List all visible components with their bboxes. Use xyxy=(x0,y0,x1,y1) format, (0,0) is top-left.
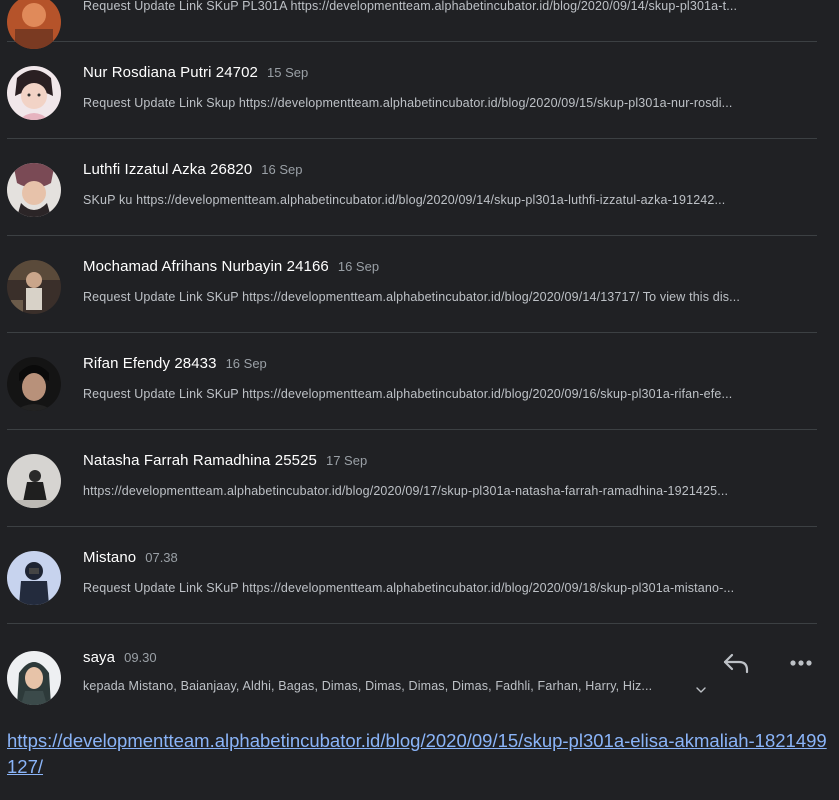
message-date: 17 Sep xyxy=(325,453,368,468)
message-row[interactable]: Rifan Efendy 28433 16 Sep Request Update … xyxy=(7,333,817,430)
message-date: 16 Sep xyxy=(261,162,303,177)
message-row[interactable]: Request Update Link SKuP PL301A https://… xyxy=(7,0,817,49)
sender-name: Rifan Efendy 28433 xyxy=(83,355,217,372)
message-row[interactable]: Natasha Farrah Ramadhina 25525 17 Sep htt… xyxy=(7,430,817,527)
avatar xyxy=(7,163,61,217)
reply-icon xyxy=(721,650,751,681)
message-date: 16 Sep xyxy=(225,356,267,371)
avatar xyxy=(7,651,61,705)
message-date: 16 Sep xyxy=(337,259,380,274)
sender-name: saya xyxy=(83,649,116,666)
chevron-down-icon[interactable] xyxy=(694,683,708,697)
reply-button[interactable] xyxy=(721,652,751,678)
message-row[interactable]: Nur Rosdiana Putri 24702 15 Sep Request U… xyxy=(7,42,817,139)
message-body-link[interactable]: https://developmentteam.alphabetincubato… xyxy=(7,728,827,780)
recipients-list: kepada Mistano, Baianjaay, Aldhi, Bagas,… xyxy=(83,679,653,693)
message-row[interactable]: Luthfi Izzatul Azka 26820 16 Sep SKuP ku … xyxy=(7,139,817,236)
open-message-header[interactable]: saya 09.30 kepada Mistano, Baianjaay, Ald… xyxy=(7,627,817,727)
avatar xyxy=(7,551,61,605)
message-snippet: Request Update Link Skup https://develop… xyxy=(83,96,733,110)
sender-name: Nur Rosdiana Putri 24702 xyxy=(83,64,259,81)
message-snippet: Request Update Link SKuP https://develop… xyxy=(83,290,741,304)
sender-name: Natasha Farrah Ramadhina 25525 xyxy=(83,452,317,469)
message-snippet: Request Update Link SKuP https://develop… xyxy=(83,387,733,401)
sender-name: Mochamad Afrihans Nurbayin 24166 xyxy=(83,258,329,275)
message-date: 07.38 xyxy=(145,550,178,565)
avatar xyxy=(7,66,61,120)
message-date: 15 Sep xyxy=(267,65,309,80)
message-snippet: Request Update Link SKuP PL301A https://… xyxy=(83,0,738,13)
message-snippet: Request Update Link SKuP https://develop… xyxy=(83,581,735,595)
more-options-button[interactable] xyxy=(786,652,816,678)
message-row[interactable]: Mistano 07.38 Request Update Link SKuP ht… xyxy=(7,527,817,624)
sender-name: Mistano xyxy=(83,549,137,566)
message-row[interactable]: Mochamad Afrihans Nurbayin 24166 16 Sep R… xyxy=(7,236,817,333)
sender-name: Luthfi Izzatul Azka 26820 xyxy=(83,161,253,178)
avatar xyxy=(7,357,61,411)
message-snippet: SKuP ku https://developmentteam.alphabet… xyxy=(83,193,726,207)
avatar xyxy=(7,260,61,314)
email-thread: Request Update Link SKuP PL301A https://… xyxy=(0,0,839,800)
message-snippet: https://developmentteam.alphabetincubato… xyxy=(83,484,729,498)
more-horizontal-icon xyxy=(786,650,816,681)
message-date: 09.30 xyxy=(124,650,157,665)
avatar xyxy=(7,454,61,508)
